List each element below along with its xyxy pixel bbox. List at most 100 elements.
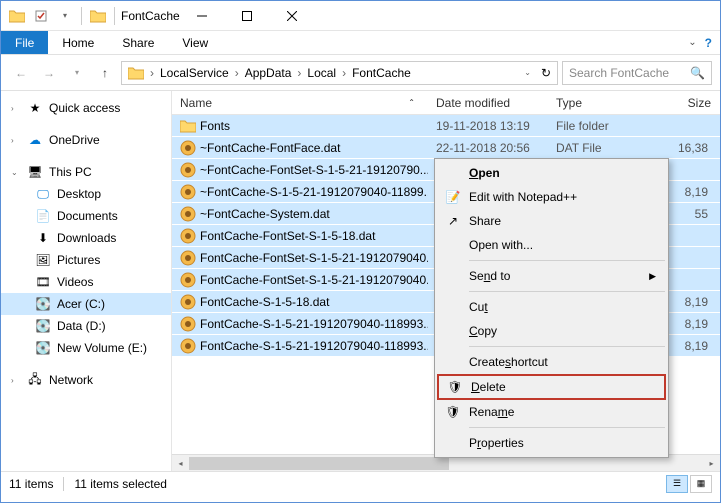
tab-file[interactable]: File [1,31,48,54]
drive-icon: 💽 [35,297,51,311]
menu-copy[interactable]: Copy [437,319,666,343]
crumb-appdata[interactable]: AppData [241,62,296,84]
shield-icon: 🛡 [445,405,461,419]
table-row[interactable]: Fonts19-11-2018 13:19File folder [172,115,720,137]
sidebar-item-this-pc[interactable]: ⌄🖥This PC [1,161,171,183]
drive-icon: 💽 [35,319,51,333]
breadcrumb[interactable]: › LocalService › AppData › Local › FontC… [121,61,558,85]
back-button[interactable]: ← [9,61,33,85]
menu-share[interactable]: ↗Share [437,209,666,233]
file-name: ~FontCache-S-1-5-21-1912079040-11899... [200,185,428,199]
menu-edit-notepadpp[interactable]: 📝Edit with Notepad++ [437,185,666,209]
search-input[interactable]: Search FontCache 🔍 [562,61,712,85]
menu-send-to[interactable]: Send to▶ [437,264,666,288]
sidebar-item-documents[interactable]: 📄Documents [1,205,171,227]
menu-rename[interactable]: 🛡Rename [437,400,666,424]
sidebar-item-data-d[interactable]: 💽Data (D:) [1,315,171,337]
chevron-right-icon[interactable]: › [11,376,21,385]
file-name: FontCache-FontSet-S-1-5-18.dat [200,229,375,243]
recent-dropdown-icon[interactable]: ▾ [65,61,89,85]
file-name: ~FontCache-FontFace.dat [200,141,340,155]
file-name: FontCache-FontSet-S-1-5-21-1912079040... [200,251,428,265]
documents-icon: 📄 [35,209,51,223]
navigation-pane: ›★Quick access ›☁OneDrive ⌄🖥This PC 🖵Des… [1,91,171,471]
chevron-right-icon[interactable]: › [11,136,21,145]
tab-share[interactable]: Share [108,31,168,54]
maximize-button[interactable] [225,1,270,30]
dat-file-icon [180,206,196,222]
scroll-right-button[interactable]: ▸ [703,455,720,472]
dat-file-icon [180,316,196,332]
column-size[interactable]: Size [640,91,720,114]
forward-button[interactable]: → [37,61,61,85]
minimize-button[interactable] [180,1,225,30]
dat-file-icon [180,162,196,178]
ribbon-expand-icon[interactable]: ⌄ [688,37,696,48]
sidebar-item-network[interactable]: ›🖧Network [1,369,171,391]
close-button[interactable] [270,1,315,30]
refresh-icon[interactable]: ↻ [537,66,555,80]
details-view-button[interactable]: ☰ [666,475,688,493]
chevron-right-icon[interactable]: › [148,66,156,80]
help-icon[interactable]: ? [705,36,712,50]
menu-create-shortcut[interactable]: Create shortcut [437,350,666,374]
tab-home[interactable]: Home [48,31,108,54]
sidebar-item-acer-c[interactable]: 💽Acer (C:) [1,293,171,315]
window-title: FontCache [121,9,180,23]
downloads-icon: ⬇ [35,231,51,245]
menu-properties[interactable]: Properties [437,431,666,455]
chevron-right-icon[interactable]: › [295,66,303,80]
up-button[interactable]: ↑ [93,61,117,85]
folder-icon [7,5,27,27]
chevron-right-icon: ▶ [649,271,656,282]
sidebar-item-new-volume-e[interactable]: 💽New Volume (E:) [1,337,171,359]
sidebar-item-videos[interactable]: 🎞Videos [1,271,171,293]
sidebar-item-desktop[interactable]: 🖵Desktop [1,183,171,205]
search-placeholder: Search FontCache [569,66,669,80]
file-name: FontCache-FontSet-S-1-5-21-1912079040... [200,273,428,287]
file-type: DAT File [548,141,640,155]
properties-icon[interactable] [31,5,51,27]
file-name: FontCache-S-1-5-21-1912079040-118993... [200,317,428,331]
qat-dropdown-icon[interactable]: ▾ [55,5,75,27]
file-name: FontCache-S-1-5-21-1912079040-118993... [200,339,428,353]
status-bar: 11 items 11 items selected ☰ ▦ [1,471,720,495]
drive-icon: 💽 [35,341,51,355]
chevron-right-icon[interactable]: › [233,66,241,80]
column-type[interactable]: Type [548,91,640,114]
dat-file-icon [180,250,196,266]
icons-view-button[interactable]: ▦ [690,475,712,493]
file-name: Fonts [200,119,230,133]
sidebar-item-downloads[interactable]: ⬇Downloads [1,227,171,249]
menu-open-with[interactable]: Open with... [437,233,666,257]
address-bar: ← → ▾ ↑ › LocalService › AppData › Local… [1,55,720,91]
sidebar-item-onedrive[interactable]: ›☁OneDrive [1,129,171,151]
dat-file-icon [180,228,196,244]
scroll-thumb[interactable] [189,457,449,470]
menu-open[interactable]: Open [437,161,666,185]
computer-icon: 🖥 [27,165,43,179]
file-name: FontCache-S-1-5-18.dat [200,295,329,309]
menu-cut[interactable]: Cut [437,295,666,319]
notepadpp-icon: 📝 [445,190,461,204]
crumb-fontcache[interactable]: FontCache [348,62,415,84]
crumb-local[interactable]: Local [303,62,340,84]
scroll-left-button[interactable]: ◂ [172,455,189,472]
sidebar-item-pictures[interactable]: 🖼Pictures [1,249,171,271]
share-icon: ↗ [445,214,461,228]
chevron-right-icon[interactable]: › [11,104,21,113]
address-dropdown-icon[interactable]: ⌄ [520,68,535,77]
column-date[interactable]: Date modified [428,91,548,114]
dat-file-icon [180,184,196,200]
crumb-localservice[interactable]: LocalService [156,62,233,84]
table-row[interactable]: ~FontCache-FontFace.dat22-11-2018 20:56D… [172,137,720,159]
shield-icon: 🛡 [447,380,463,394]
column-headers: Name⌃ Date modified Type Size [172,91,720,115]
menu-delete[interactable]: 🛡Delete [437,374,666,400]
tab-view[interactable]: View [168,31,222,54]
ribbon: File Home Share View ⌄ ? [1,31,720,55]
column-name[interactable]: Name⌃ [172,91,428,114]
sidebar-item-quick-access[interactable]: ›★Quick access [1,97,171,119]
chevron-down-icon[interactable]: ⌄ [11,168,21,177]
chevron-right-icon[interactable]: › [340,66,348,80]
